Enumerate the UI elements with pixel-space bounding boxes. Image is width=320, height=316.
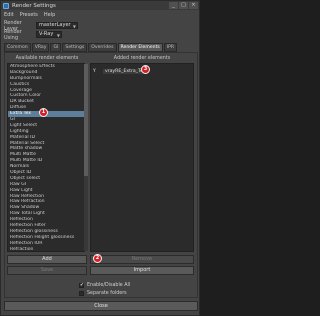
enable-all-label: Enable/Disable All	[87, 283, 131, 288]
available-elements-header: Available render elements	[15, 56, 79, 61]
tab-gi[interactable]: GI	[50, 43, 62, 52]
tab-vray[interactable]: VRay	[31, 43, 50, 52]
list-item[interactable]: Reflection Hilight glossiness	[8, 235, 84, 241]
window-controls: _ □ ×	[169, 2, 198, 9]
save-button[interactable]: Save	[7, 266, 87, 275]
minimize-button[interactable]: _	[169, 2, 178, 9]
enable-all-row: ✔ Enable/Disable All	[79, 282, 130, 289]
separate-folders-checkbox[interactable]	[79, 291, 84, 296]
render-settings-window: Render Settings _ □ × Edit Presets Help …	[0, 0, 200, 316]
annotation-badge-3: 3	[141, 65, 150, 74]
window-title: Render Settings	[12, 2, 56, 9]
annotation-badge-2: 2	[93, 254, 102, 263]
render-using-row: Render Using V-Ray ▼	[4, 28, 62, 41]
menu-presets[interactable]: Presets	[20, 12, 38, 18]
tab-ipr[interactable]: IPR	[163, 43, 178, 52]
menu-bar: Edit Presets Help	[1, 11, 199, 18]
render-layer-value: masterLayer	[39, 22, 71, 28]
annotation-badge-1: 1	[39, 108, 48, 117]
app-icon	[3, 2, 9, 9]
added-elements-header: Added render elements	[113, 56, 171, 61]
available-list-scrollbar[interactable]	[84, 64, 88, 251]
title-bar: Render Settings _ □ ×	[1, 1, 199, 10]
remove-button[interactable]: Remove	[90, 255, 194, 264]
close-window-button[interactable]: ×	[189, 2, 198, 9]
renderer-value: V-Ray	[39, 31, 54, 37]
tab-settings[interactable]: Settings	[62, 43, 88, 52]
visibility-flag[interactable]: Y	[93, 69, 97, 74]
separate-folders-label: Separate folders	[87, 291, 127, 296]
chevron-down-icon: ▼	[72, 24, 76, 29]
scrollbar-thumb[interactable]	[84, 64, 88, 176]
available-elements-list[interactable]: Atmosphere Effects Background Bumpnormals C…	[7, 63, 85, 252]
renderer-select[interactable]: V-Ray ▼	[36, 31, 62, 38]
chevron-down-icon: ▼	[56, 33, 60, 38]
settings-tabs: Common VRay GI Settings Overrides Render…	[4, 43, 197, 52]
render-layer-select[interactable]: masterLayer ▼	[36, 22, 78, 29]
separate-folders-row: Separate folders	[79, 290, 127, 297]
tab-overrides[interactable]: Overrides	[88, 43, 117, 52]
added-elements-list[interactable]: Y vrayRE_Extra_Tex	[90, 63, 194, 252]
close-button[interactable]: Close	[4, 301, 198, 311]
tab-common[interactable]: Common	[4, 43, 31, 52]
menu-edit[interactable]: Edit	[4, 12, 14, 18]
menu-help[interactable]: Help	[44, 12, 55, 18]
list-item[interactable]: Refraction	[8, 247, 84, 251]
maximize-button[interactable]: □	[179, 2, 188, 9]
enable-all-checkbox[interactable]: ✔	[79, 283, 84, 288]
render-using-label: Render Using	[4, 28, 22, 41]
tab-render-elements[interactable]: Render Elements	[117, 43, 163, 52]
add-button[interactable]: Add	[7, 255, 87, 264]
import-button[interactable]: Import	[90, 266, 194, 275]
